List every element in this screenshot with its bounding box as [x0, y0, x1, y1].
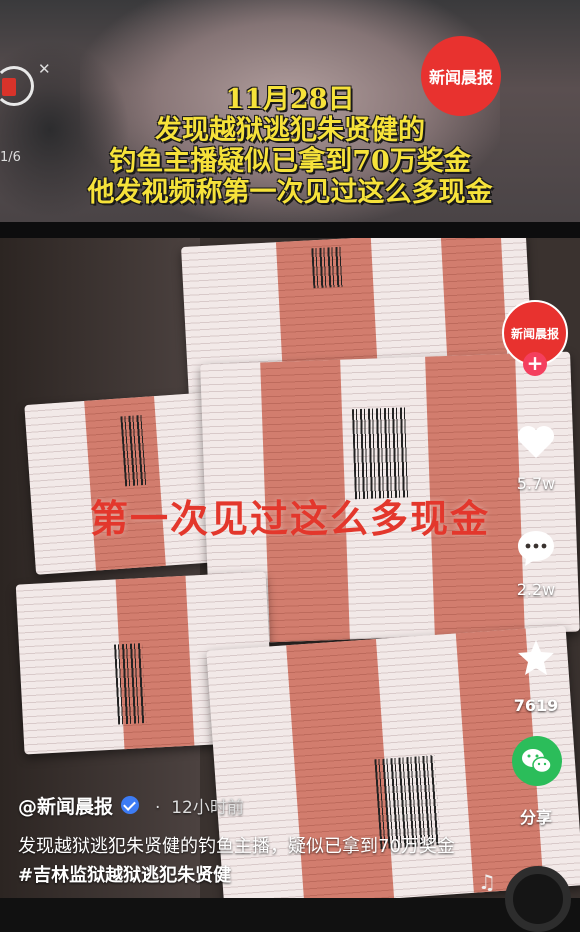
comment-icon[interactable]	[516, 528, 556, 568]
post-description[interactable]: 发现越狱逃犯朱贤健的钓鱼主播，疑似已拿到70万奖金 #吉林监狱越狱逃犯朱贤健	[18, 832, 458, 890]
headline-line-4: 他发视频称第一次见过这么多现金	[87, 177, 493, 208]
author-row: @新闻晨报 · 12小时前	[18, 792, 244, 818]
headline: 11月28日 发现越狱逃犯朱贤健的 钓鱼主播疑似已拿到70万奖金 他发视频称第一…	[0, 84, 580, 208]
divider	[0, 222, 580, 238]
red-packet-widget[interactable]	[0, 62, 38, 122]
red-packet-icon	[2, 78, 16, 96]
like-count: 5.7w	[516, 474, 556, 493]
music-disc[interactable]	[505, 866, 571, 932]
wechat-icon	[522, 749, 552, 774]
avatar-text: 新闻晨报	[510, 326, 559, 341]
post-time: · 12小时前	[155, 797, 244, 818]
top-banner: 11月28日 发现越狱逃犯朱贤健的 钓鱼主播疑似已拿到70万奖金 他发视频称第一…	[0, 0, 580, 222]
music-note-icon: ♫	[478, 870, 496, 894]
star-icon[interactable]	[516, 638, 556, 678]
verified-icon	[121, 796, 140, 814]
headline-line-3: 钓鱼主播疑似已拿到70万奖金	[109, 146, 471, 177]
heart-icon[interactable]	[516, 422, 556, 462]
comment-count: 2.2w	[516, 580, 556, 599]
follow-button[interactable]: +	[523, 352, 547, 376]
close-icon[interactable]: ✕	[38, 60, 51, 78]
favorite-count: 7619	[513, 696, 559, 715]
headline-line-2: 发现越狱逃犯朱贤健的	[155, 115, 425, 146]
author-name[interactable]: @新闻晨报	[18, 792, 113, 819]
news-logo-text: 新闻晨报	[428, 68, 493, 87]
share-label: 分享	[519, 808, 552, 827]
image-counter: 1/6	[0, 150, 21, 165]
hashtag-link[interactable]: #吉林监狱越狱逃犯朱贤健	[18, 865, 231, 886]
wechat-share-button[interactable]	[512, 736, 562, 786]
time-ago: 12小时前	[171, 797, 244, 818]
description-text: 发现越狱逃犯朱贤健的钓鱼主播，疑似已拿到70万奖金	[18, 836, 455, 857]
video-overlay-caption: 第一次见过这么多现金	[89, 497, 490, 541]
news-logo: 新闻晨报	[421, 36, 501, 116]
